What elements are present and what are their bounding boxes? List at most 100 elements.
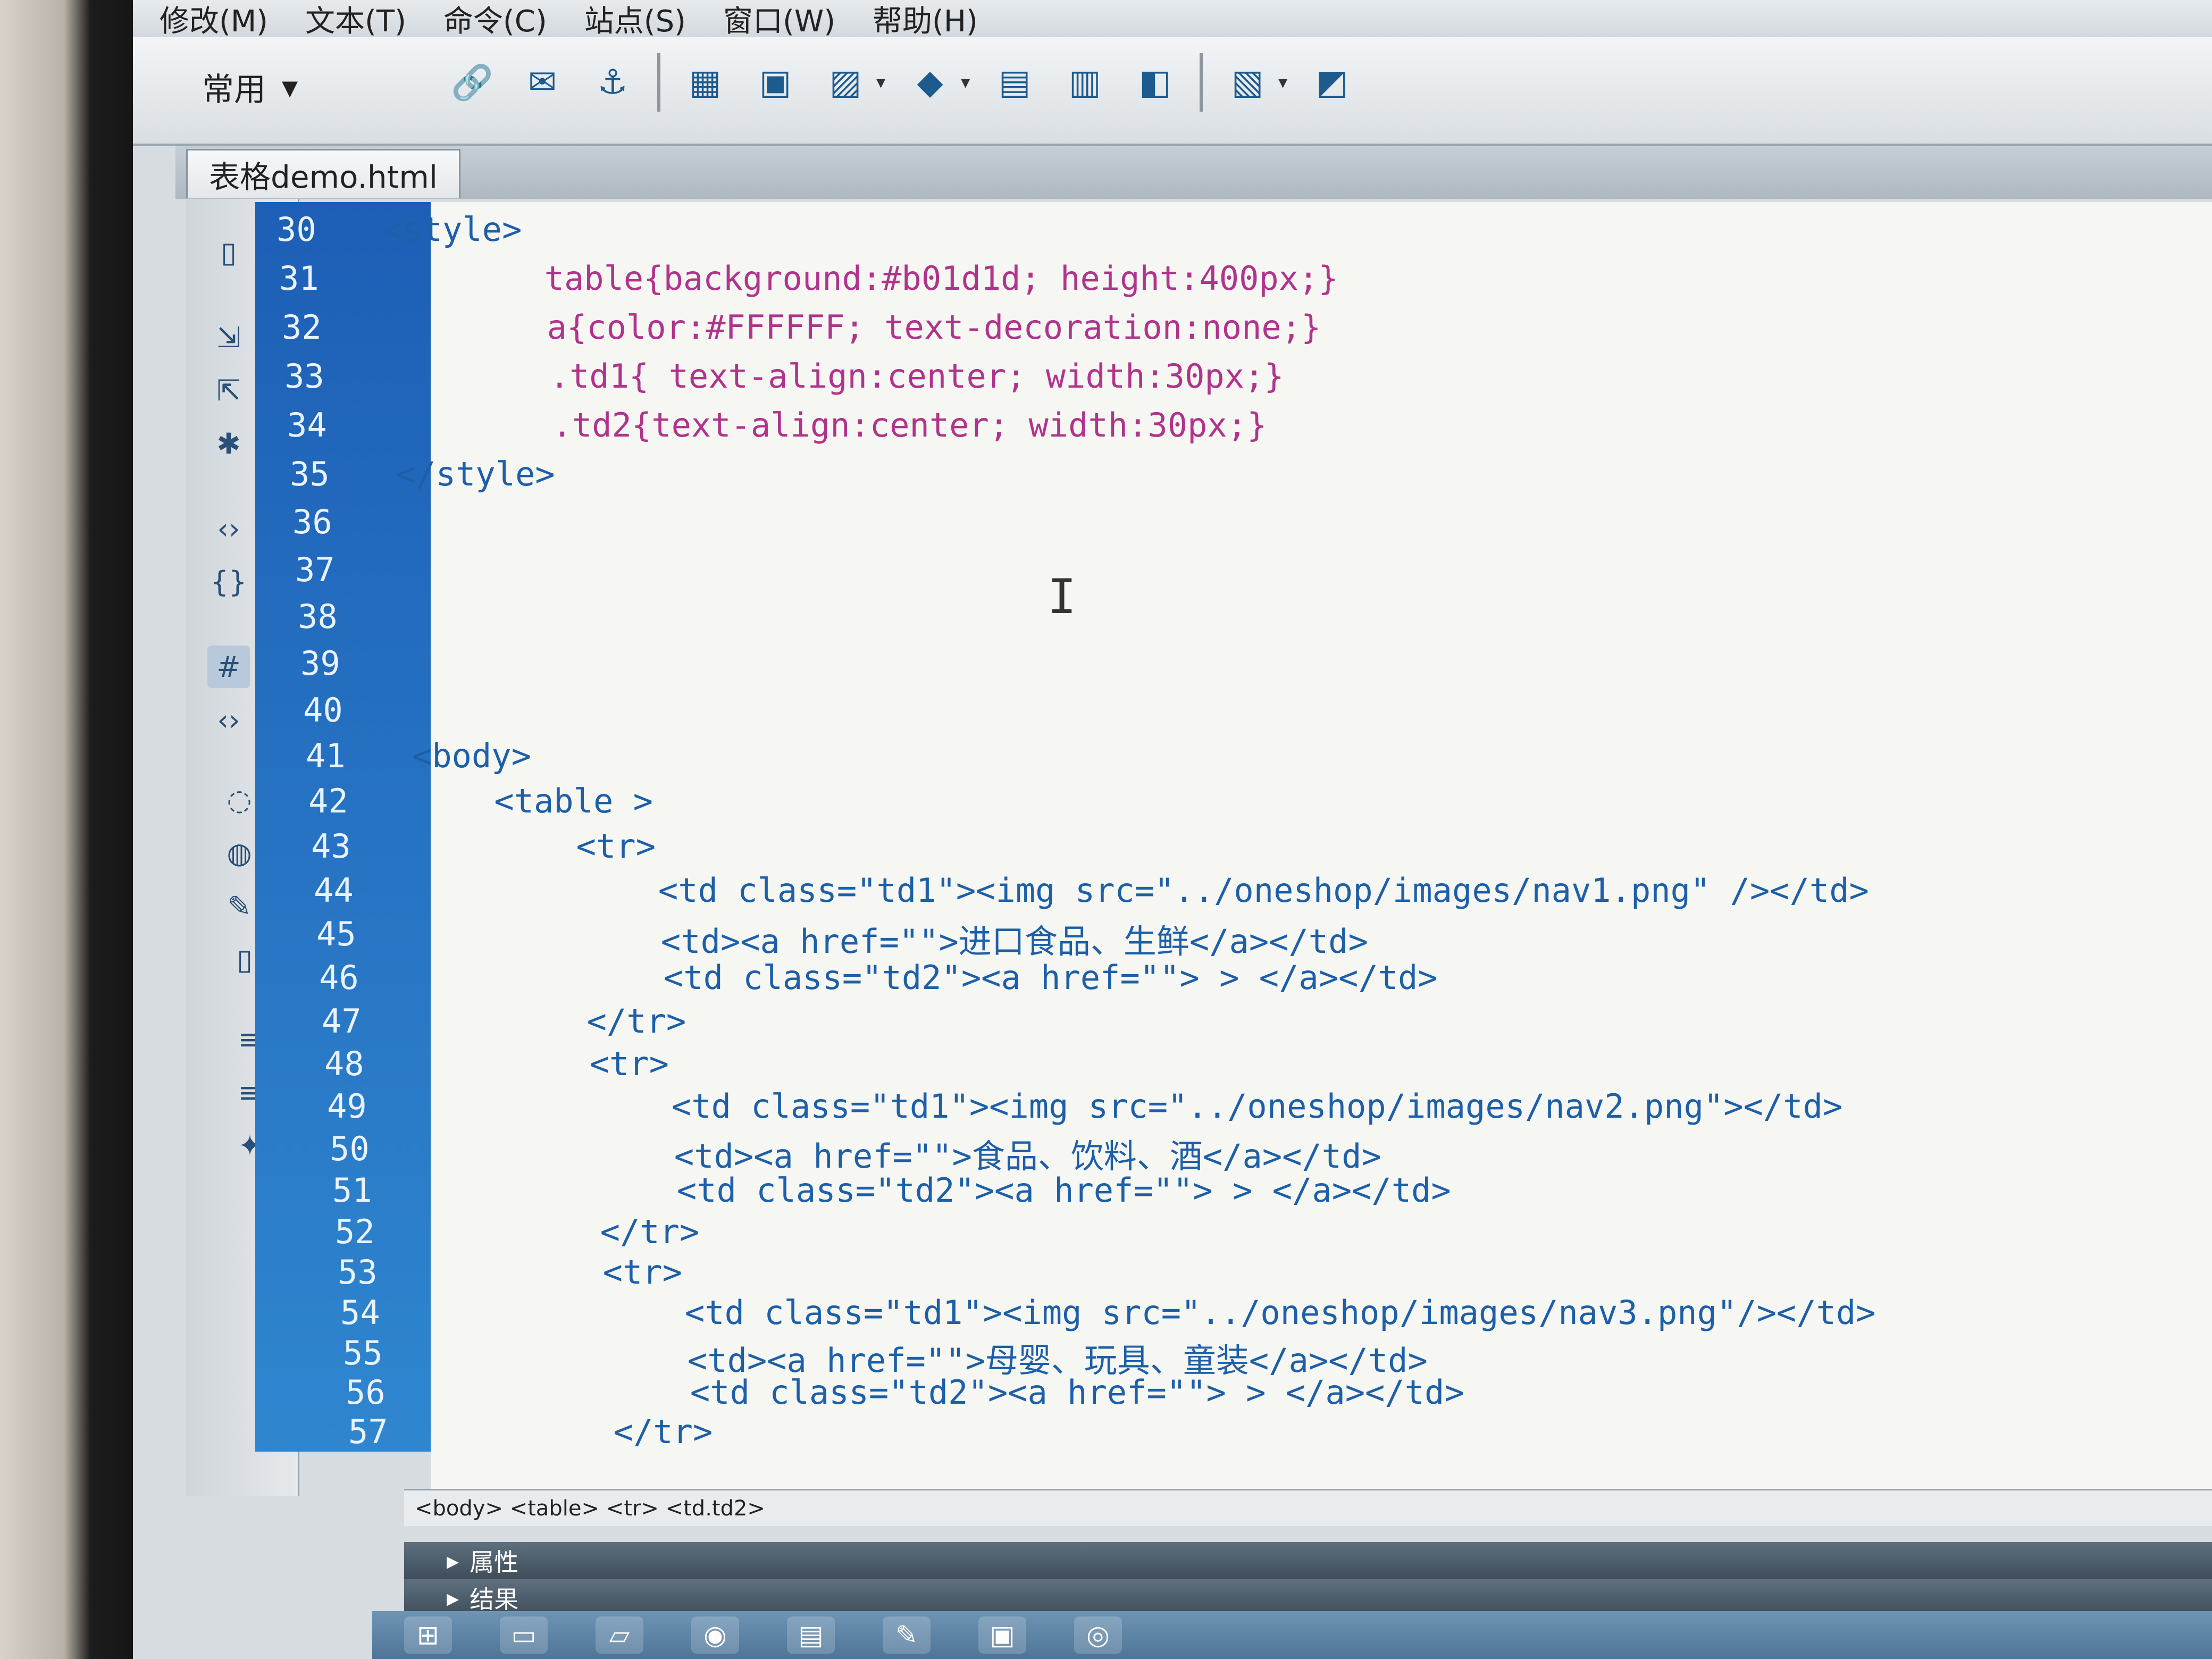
menu-text[interactable]: 文本(T) [305, 0, 406, 40]
code-line: <td class="td2"><a href=""> > </a></td> [439, 1171, 1451, 1210]
date-icon[interactable]: ▤ [989, 57, 1040, 108]
line-number: 51 [332, 1171, 372, 1210]
line-number: 42 [308, 782, 348, 820]
expand-arrow-icon: ▸ [447, 1583, 459, 1612]
line-number: 43 [311, 827, 351, 866]
chevron-down-icon[interactable]: ▾ [1278, 72, 1287, 93]
menu-modify[interactable]: 修改(M) [160, 0, 268, 40]
document-tab[interactable]: 表格demo.html [186, 149, 461, 198]
line-number: 56 [346, 1373, 386, 1412]
start-icon[interactable]: ⊞ [404, 1616, 452, 1654]
line-number: 55 [343, 1334, 383, 1372]
line-number: 52 [335, 1212, 375, 1251]
menu-window[interactable]: 窗口(W) [723, 0, 835, 40]
line-number: 57 [348, 1412, 388, 1451]
line-number: 48 [324, 1044, 364, 1083]
code-line: <style> [383, 210, 522, 249]
insert-category-label: 常用 [202, 71, 266, 108]
div-icon[interactable]: ▣ [750, 57, 801, 108]
table-icon[interactable]: ▦ [680, 57, 731, 108]
code-line: </style> [396, 455, 555, 493]
code-line: a{color:#FFFFFF; text-decoration:none;} [388, 308, 1321, 347]
menu-help[interactable]: 帮助(H) [873, 0, 978, 40]
line-number: 37 [295, 550, 335, 589]
properties-panel-header[interactable]: ▸ 属性 [404, 1542, 2212, 1579]
code-line: <td class="td1"><img src="../oneshop/ima… [447, 1293, 1876, 1332]
line-number: 53 [338, 1253, 378, 1292]
dreamweaver-window: 修改(M) 文本(T) 命令(C) 站点(S) 窗口(W) 帮助(H) 常用 ▾… [133, 0, 2212, 1659]
highlight-invalid-code-icon[interactable]: ‹› [207, 699, 250, 741]
wrap-tag-icon[interactable]: ✎ [218, 885, 261, 927]
apply-comment-icon[interactable]: ◌ [218, 778, 261, 821]
remove-comment-icon[interactable]: ◍ [218, 832, 261, 874]
line-number: 34 [287, 406, 327, 445]
code-line: <body> [412, 736, 531, 775]
open-documents-icon[interactable]: ▯ [207, 231, 250, 273]
image-icon[interactable]: ▨ [820, 57, 871, 108]
code-line: </tr> [441, 1212, 700, 1251]
tag-selector[interactable]: <body> <table> <tr> <td.td2> [404, 1489, 2212, 1526]
file-explorer-icon[interactable]: ▭ [500, 1616, 548, 1654]
expand-all-icon[interactable]: ✱ [207, 422, 250, 465]
line-number: 50 [330, 1129, 370, 1168]
tag-path[interactable]: <body> <table> <tr> <td.td2> [415, 1496, 765, 1521]
menu-bar: 修改(M) 文本(T) 命令(C) 站点(S) 窗口(W) 帮助(H) [133, 0, 2212, 40]
insert-category-dropdown[interactable]: 常用 ▾ [202, 64, 298, 110]
toolbar-separator [1200, 53, 1203, 112]
balance-braces-icon[interactable]: {} [207, 560, 250, 603]
template-icon[interactable]: ▧ [1222, 57, 1273, 108]
code-line: <td><a href="">食品、饮料、酒</a></td> [436, 1137, 1381, 1176]
chrome-icon[interactable]: ◉ [691, 1616, 739, 1654]
insert-toolbar: 常用 ▾ 🔗 ✉ ⚓ ▦ ▣ ▨ ▾ ◆ ▾ ▤ ▥ ◧ ▧ ▾ ◩ [133, 37, 2212, 146]
line-number: 35 [290, 455, 330, 493]
line-number: 41 [306, 736, 346, 775]
results-panel-title: 结果 [470, 1585, 519, 1614]
code-line: <tr> [417, 827, 656, 866]
collapse-full-tag-icon[interactable]: ⇲ [207, 316, 250, 358]
line-number: 49 [327, 1087, 367, 1126]
photo-viewer-icon[interactable]: ▣ [978, 1616, 1026, 1654]
line-number: 36 [292, 502, 332, 541]
code-line: .td1{ text-align:center; width:30px;} [391, 357, 1284, 396]
code-line: <td><a href="">进口食品、生鲜</a></td> [423, 922, 1368, 961]
code-line: <td class="td2"><a href=""> > </a></td> [425, 958, 1438, 997]
expand-arrow-icon: ▸ [447, 1546, 459, 1575]
dreamweaver-icon[interactable]: ◎ [1074, 1616, 1122, 1654]
properties-panel-title: 属性 [470, 1548, 519, 1577]
files-icon[interactable]: ▱ [596, 1616, 643, 1654]
code-line: <td class="td1"><img src="../oneshop/ima… [420, 871, 1869, 910]
comment-icon[interactable]: ◧ [1129, 57, 1180, 108]
menu-site[interactable]: 站点(S) [584, 0, 686, 40]
code-line: table{background:#b01d1d; height:400px;} [386, 259, 1338, 298]
line-number: 40 [303, 691, 343, 730]
line-number: 30 [276, 210, 316, 249]
line-number: 44 [314, 871, 354, 910]
chevron-down-icon[interactable]: ▾ [961, 72, 970, 93]
notepad-icon[interactable]: ▤ [787, 1616, 835, 1654]
hyperlink-icon[interactable]: 🔗 [447, 57, 498, 108]
line-numbers-icon[interactable]: # [207, 646, 250, 688]
toolbar-separator [657, 53, 660, 112]
select-parent-tag-icon[interactable]: ‹› [207, 507, 250, 550]
menu-commands[interactable]: 命令(C) [443, 0, 547, 40]
taskbar: ⊞ ▭ ▱ ◉ ▤ ✎ ▣ ◎ [372, 1611, 2212, 1659]
named-anchor-icon[interactable]: ⚓ [587, 57, 638, 108]
line-number: 38 [298, 597, 338, 636]
line-number: 46 [319, 958, 359, 997]
media-icon[interactable]: ◆ [904, 57, 956, 108]
code-line: .td2{text-align:center; width:30px;} [393, 406, 1267, 445]
server-include-icon[interactable]: ▥ [1059, 57, 1110, 108]
text-cursor-icon: I [1048, 569, 1077, 625]
document-tab-bar: 表格demo.html [175, 146, 2212, 199]
email-link-icon[interactable]: ✉ [517, 57, 568, 108]
code-line: <table > [415, 782, 653, 820]
code-line: <td class="td1"><img src="../oneshop/ima… [433, 1087, 1843, 1126]
collapse-selection-icon[interactable]: ⇱ [207, 369, 250, 412]
line-number: 32 [282, 308, 322, 347]
code-line: </tr> [428, 1002, 686, 1041]
paint-icon[interactable]: ✎ [883, 1616, 931, 1654]
code-line: <td class="td2"><a href=""> > </a></td> [452, 1373, 1464, 1412]
tag-chooser-icon[interactable]: ◩ [1306, 57, 1358, 108]
chevron-down-icon[interactable]: ▾ [876, 72, 885, 93]
insert-toolbar-icons: 🔗 ✉ ⚓ ▦ ▣ ▨ ▾ ◆ ▾ ▤ ▥ ◧ ▧ ▾ ◩ [447, 53, 1358, 112]
